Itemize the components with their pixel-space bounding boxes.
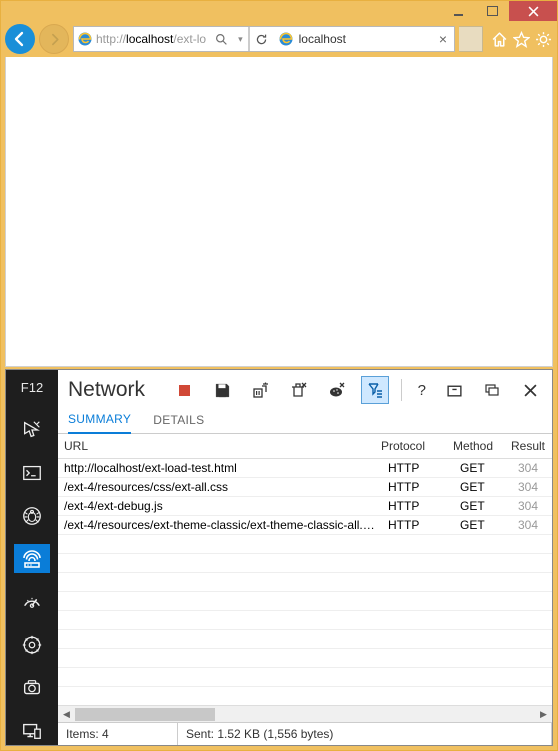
command-buttons — [489, 29, 553, 49]
table-row-empty — [58, 535, 552, 554]
cell-url: /ext-4/ext-debug.js — [58, 498, 382, 514]
cell-method: GET — [454, 498, 512, 514]
clear-cache-button[interactable] — [285, 376, 313, 404]
dropdown-icon[interactable]: ▾ — [236, 34, 245, 45]
ui-responsiveness-icon[interactable] — [14, 587, 50, 616]
tab-title: localhost — [299, 32, 432, 46]
cell-result: 304 — [512, 460, 552, 476]
cell-url: /ext-4/resources/ext-theme-classic/ext-t… — [58, 517, 382, 533]
title-bar — [1, 1, 557, 23]
table-row-empty — [58, 668, 552, 687]
memory-icon[interactable] — [14, 673, 50, 702]
cell-method: GET — [454, 517, 512, 533]
table-row[interactable]: /ext-4/resources/css/ext-all.cssHTTPGET3… — [58, 478, 552, 497]
col-url[interactable]: URL — [58, 434, 375, 458]
cell-method: GET — [454, 460, 512, 476]
forward-button[interactable] — [39, 24, 69, 54]
nav-bar: http://localhost/ext-lo ▾ localhost × — [5, 23, 553, 55]
page-content — [5, 57, 553, 367]
devtools-header: Network ? — [58, 370, 552, 406]
window-controls — [441, 1, 557, 21]
clear-session-button[interactable] — [247, 376, 275, 404]
cell-url: /ext-4/resources/css/ext-all.css — [58, 479, 382, 495]
cell-result: 304 — [512, 498, 552, 514]
browser-tab[interactable]: localhost × — [273, 27, 454, 51]
dom-explorer-icon[interactable] — [14, 415, 50, 444]
table-row-empty — [58, 592, 552, 611]
panel-title: Network — [68, 378, 145, 402]
cell-method: GET — [454, 479, 512, 495]
table-row[interactable]: /ext-4/ext-debug.jsHTTPGET304 — [58, 497, 552, 516]
profiler-icon[interactable] — [14, 630, 50, 659]
emulation-icon[interactable] — [14, 716, 50, 745]
cell-protocol: HTTP — [382, 517, 454, 533]
table-row-empty — [58, 630, 552, 649]
debugger-icon[interactable] — [14, 501, 50, 530]
ie-icon — [278, 31, 294, 47]
table-row-empty — [58, 611, 552, 630]
devtools-panel: F12 — [5, 369, 553, 746]
tab-close-icon[interactable]: × — [437, 31, 449, 47]
table-row[interactable]: /ext-4/resources/ext-theme-classic/ext-t… — [58, 516, 552, 535]
horizontal-scrollbar[interactable]: ◀ ▶ — [58, 705, 552, 722]
clear-cookies-button[interactable] — [323, 376, 351, 404]
status-sent: Sent: 1.52 KB (1,556 bytes) — [178, 723, 552, 745]
col-result[interactable]: Result — [505, 434, 552, 458]
favorites-button[interactable] — [511, 29, 531, 49]
tab-summary[interactable]: SUMMARY — [68, 412, 131, 434]
network-grid: URL Protocol Method Result http://localh… — [58, 434, 552, 705]
f12-label: F12 — [21, 376, 43, 401]
tools-button[interactable] — [533, 29, 553, 49]
refresh-button[interactable] — [249, 27, 273, 51]
table-row-empty — [58, 554, 552, 573]
browser-window: http://localhost/ext-lo ▾ localhost × — [0, 0, 558, 751]
grid-body: http://localhost/ext-load-test.htmlHTTPG… — [58, 459, 552, 705]
devtools-toolbar: ? — [171, 376, 544, 404]
devtools-sidebar: F12 — [6, 370, 58, 745]
status-items: Items: 4 — [58, 723, 178, 745]
cell-result: 304 — [512, 479, 552, 495]
separator — [401, 379, 402, 401]
search-icon[interactable] — [209, 33, 233, 46]
table-row-empty — [58, 687, 552, 705]
scroll-track[interactable] — [75, 706, 535, 723]
record-button[interactable] — [171, 376, 199, 404]
cell-protocol: HTTP — [382, 479, 454, 495]
scroll-thumb[interactable] — [75, 708, 215, 721]
toggle-filter-button[interactable] — [361, 376, 389, 404]
cell-protocol: HTTP — [382, 498, 454, 514]
col-protocol[interactable]: Protocol — [375, 434, 447, 458]
devtools-tabs: SUMMARY DETAILS — [58, 406, 552, 434]
scroll-right-icon[interactable]: ▶ — [535, 706, 552, 723]
devtools-status: Items: 4 Sent: 1.52 KB (1,556 bytes) — [58, 722, 552, 745]
tab-details[interactable]: DETAILS — [153, 413, 204, 433]
maximize-button[interactable] — [475, 1, 509, 21]
table-row-empty — [58, 573, 552, 592]
minimize-button[interactable] — [441, 1, 475, 21]
dock-button[interactable] — [478, 376, 506, 404]
devtools-close-button[interactable] — [516, 376, 544, 404]
new-tab-button[interactable] — [459, 26, 483, 52]
help-button[interactable]: ? — [414, 382, 430, 399]
url-text: http://localhost/ext-lo — [96, 32, 206, 46]
table-row-empty — [58, 649, 552, 668]
save-button[interactable] — [209, 376, 237, 404]
address-tab-bar: http://localhost/ext-lo ▾ localhost × — [73, 26, 455, 52]
home-button[interactable] — [489, 29, 509, 49]
cell-url: http://localhost/ext-load-test.html — [58, 460, 382, 476]
back-button[interactable] — [5, 24, 35, 54]
table-row[interactable]: http://localhost/ext-load-test.htmlHTTPG… — [58, 459, 552, 478]
devtools-main: Network ? SUMMARY DETAILS — [58, 370, 552, 745]
cell-protocol: HTTP — [382, 460, 454, 476]
ie-icon — [77, 31, 93, 47]
scroll-left-icon[interactable]: ◀ — [58, 706, 75, 723]
network-icon[interactable] — [14, 544, 50, 573]
address-bar[interactable]: http://localhost/ext-lo ▾ — [74, 27, 249, 51]
col-method[interactable]: Method — [447, 434, 505, 458]
cell-result: 304 — [512, 517, 552, 533]
popout-button[interactable] — [440, 376, 468, 404]
close-button[interactable] — [509, 1, 557, 21]
console-icon[interactable] — [14, 458, 50, 487]
grid-header: URL Protocol Method Result — [58, 434, 552, 459]
